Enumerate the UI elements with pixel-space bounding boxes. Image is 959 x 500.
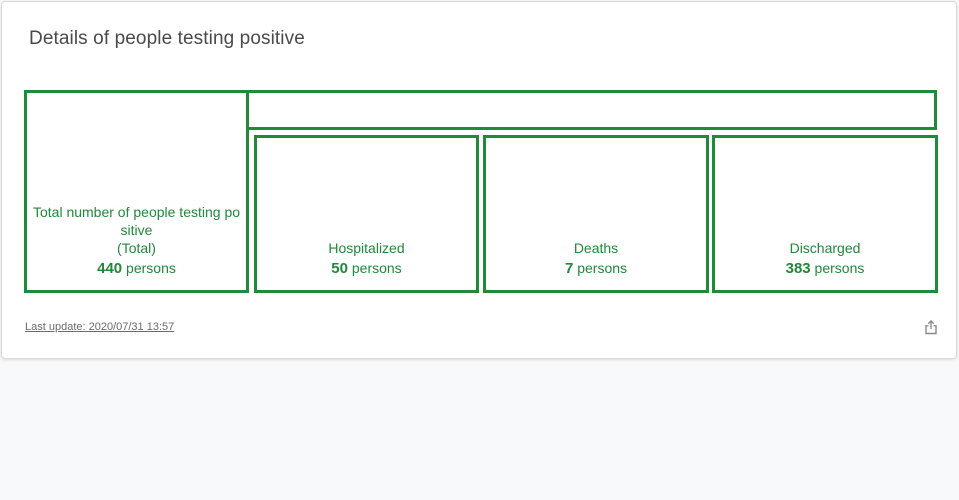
total-box-text: Total number of people testing po sitive… <box>27 203 246 278</box>
discharged-label: Discharged <box>789 240 861 256</box>
discharged-box: Discharged 383 persons <box>712 135 938 293</box>
deaths-label: Deaths <box>573 240 619 256</box>
deaths-value-line: 7 persons <box>490 259 702 278</box>
last-update-link[interactable]: Last update: 2020/07/31 13:57 <box>25 321 174 333</box>
share-icon <box>925 319 937 334</box>
share-button[interactable] <box>920 316 942 338</box>
card-title: Details of people testing positive <box>29 28 305 49</box>
total-unit: persons <box>126 260 176 276</box>
deaths-box: Deaths 7 persons <box>483 135 709 293</box>
total-box: Total number of people testing po sitive… <box>24 90 249 293</box>
deaths-value: 7 <box>564 260 574 277</box>
hospitalized-value-line: 50 persons <box>261 259 472 278</box>
discharged-box-text: Discharged 383 persons <box>715 239 935 278</box>
total-value: 440 <box>97 260 123 277</box>
deaths-unit: persons <box>577 260 628 276</box>
hospitalized-value: 50 <box>331 260 348 277</box>
hospitalized-box: Hospitalized 50 persons <box>254 135 479 293</box>
total-value-line: 440 persons <box>31 259 242 278</box>
total-label-line2: sitive <box>120 222 153 238</box>
hospitalized-box-text: Hospitalized 50 persons <box>257 239 476 278</box>
total-label-line1: Total number of people testing po <box>32 204 241 220</box>
total-label-line3: (Total) <box>117 240 156 256</box>
discharged-unit: persons <box>814 260 865 276</box>
discharged-value: 383 <box>785 260 811 277</box>
positive-details-card: Details of people testing positive Total… <box>1 1 957 359</box>
hospitalized-unit: persons <box>351 260 402 276</box>
deaths-box-text: Deaths 7 persons <box>486 239 706 278</box>
hospitalized-label: Hospitalized <box>328 240 405 256</box>
discharged-value-line: 383 persons <box>719 259 931 278</box>
